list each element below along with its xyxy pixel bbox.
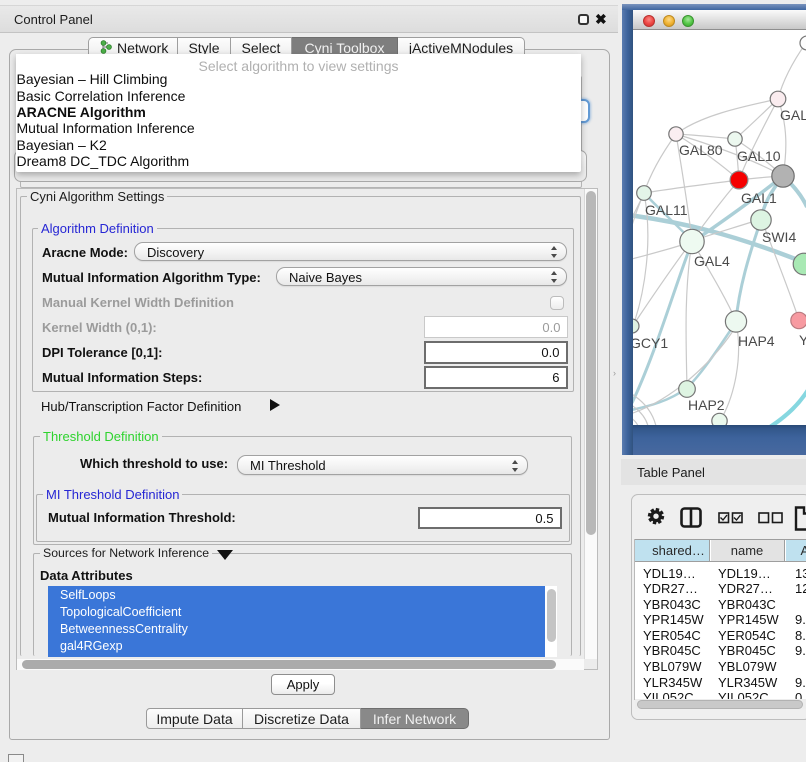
svg-text:Y: Y (799, 332, 806, 348)
svg-text:GAL1: GAL1 (741, 190, 777, 206)
svg-text:HAP2: HAP2 (688, 397, 725, 413)
svg-text:GAL80: GAL80 (679, 142, 723, 158)
svg-text:GCY1: GCY1 (633, 335, 668, 351)
svg-text:GAL11: GAL11 (645, 202, 688, 218)
svg-text:HAP4: HAP4 (738, 333, 775, 349)
svg-text:GAL7: GAL7 (780, 107, 806, 123)
svg-text:GAL4: GAL4 (694, 253, 730, 269)
svg-text:GAL10: GAL10 (737, 148, 781, 164)
svg-text:SWI4: SWI4 (762, 229, 796, 245)
